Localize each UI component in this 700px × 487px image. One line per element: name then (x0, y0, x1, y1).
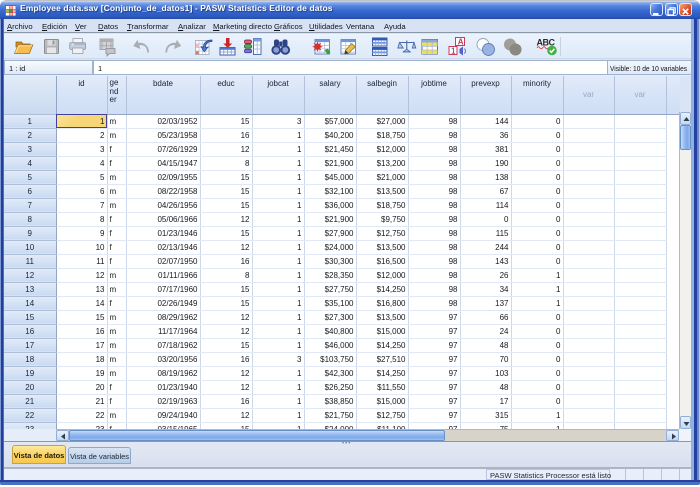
svg-text:A: A (458, 38, 464, 47)
svg-text:1: 1 (451, 46, 456, 55)
